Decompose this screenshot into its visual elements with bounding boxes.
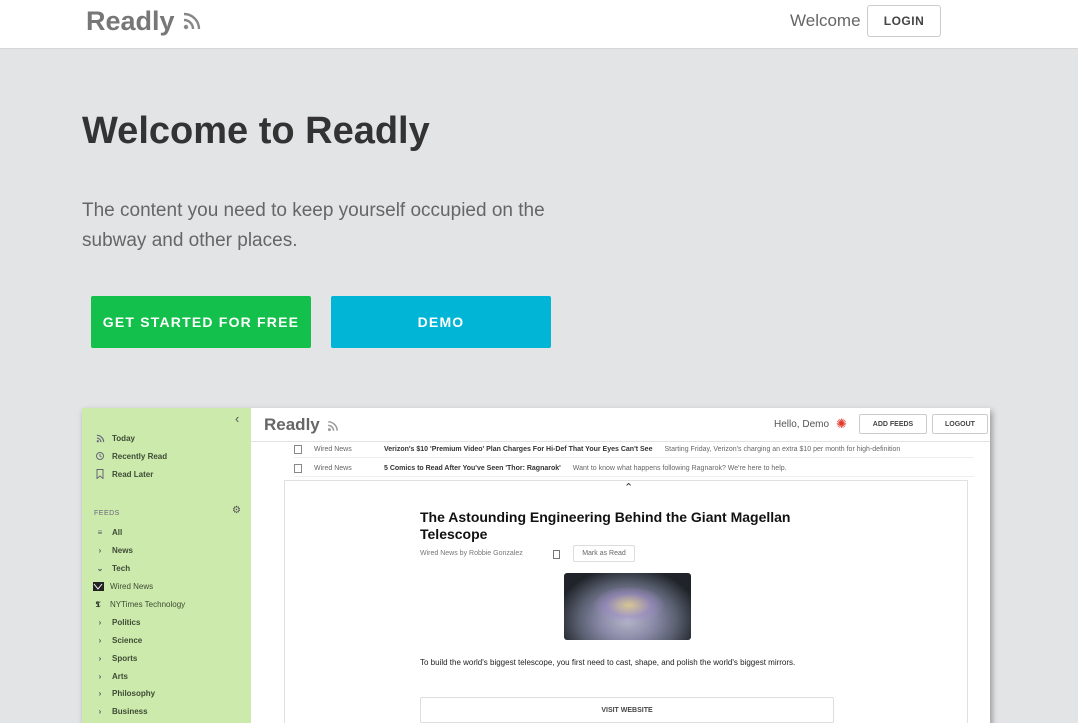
get-started-button[interactable]: GET STARTED FOR FREE — [91, 296, 311, 348]
sidebar-item-label: Read Later — [112, 469, 154, 479]
sidebar-feed-arts: › Arts — [94, 669, 128, 683]
demo-button[interactable]: DEMO — [331, 296, 551, 348]
octopus-avatar-icon: ✺ — [836, 416, 847, 431]
sidebar-feed-sports: › Sports — [94, 651, 138, 665]
sidebar-feed-news: › News — [94, 543, 133, 557]
sidebar-item-label: Today — [112, 433, 135, 443]
sidebar-feed-wired-news: Wired News — [92, 579, 153, 593]
chevron-right-icon: › — [98, 545, 102, 555]
brand-logo[interactable]: Readly — [86, 6, 175, 37]
list-icon: ≡ — [97, 527, 103, 537]
rss-icon — [327, 421, 338, 432]
top-nav: Readly Welcome LOGIN — [0, 0, 1078, 49]
visit-website-button: VISIT WEBSITE — [420, 697, 834, 723]
gear-icon: ⚙ — [232, 505, 241, 516]
sidebar-item-label: Arts — [112, 671, 129, 681]
chevron-up-icon: ⌃ — [624, 482, 634, 494]
sidebar-feed-business: › Business — [94, 704, 148, 718]
feed-row: Wired News Verizon's $10 'Premium Video'… — [294, 442, 974, 458]
logout-button: LOGOUT — [932, 414, 988, 434]
article-image — [564, 573, 691, 640]
chevron-right-icon: › — [98, 635, 102, 645]
add-feeds-button: ADD FEEDS — [859, 414, 927, 434]
feeds-label: FEEDS — [94, 510, 120, 517]
feed-row-snippet: Want to know what happens following Ragn… — [572, 465, 787, 472]
sidebar-item-label: Science — [112, 635, 143, 645]
sidebar-item-label: Philosophy — [112, 688, 156, 698]
article-card: ⌃ The Astounding Engineering Behind the … — [284, 480, 968, 723]
chevron-right-icon: › — [98, 688, 102, 698]
chevron-down-icon: ⌄ — [96, 563, 104, 573]
sidebar-feed-tech: ⌄ Tech — [94, 561, 130, 575]
article-title: The Astounding Engineering Behind the Gi… — [420, 509, 791, 542]
feed-row: Wired News 5 Comics to Read After You've… — [294, 461, 974, 477]
sidebar-feed-politics: › Politics — [94, 615, 141, 629]
rss-icon — [183, 12, 201, 30]
article-byline: Wired News by Robbie Gonzalez — [420, 550, 523, 557]
chevron-right-icon: › — [98, 617, 102, 627]
nytimes-logo-icon: 𝕿 — [95, 598, 101, 609]
sidebar-item-today: Today — [94, 431, 135, 445]
preview-hello-text: Hello, Demo — [774, 419, 830, 430]
app-preview: ‹ Today Recently Read Read Later FEEDS ⚙… — [82, 408, 990, 723]
bookmark-icon — [294, 464, 302, 473]
sidebar-item-recently-read: Recently Read — [94, 449, 167, 463]
chevron-right-icon: › — [98, 706, 102, 716]
nav-welcome-text: Welcome — [790, 11, 861, 30]
bookmark-icon — [294, 445, 302, 454]
preview-sidebar: ‹ Today Recently Read Read Later FEEDS ⚙… — [82, 408, 251, 723]
wired-logo-icon — [92, 581, 104, 591]
article-body: To build the world's biggest telescope, … — [420, 658, 796, 667]
chevron-right-icon: › — [98, 653, 102, 663]
chevron-right-icon: › — [98, 671, 102, 681]
sidebar-item-label: NYTimes Technology — [110, 599, 186, 609]
hero-title: Welcome to Readly — [82, 110, 430, 152]
preview-brand: Readly — [264, 415, 320, 434]
feed-row-source: Wired News — [314, 465, 352, 472]
feed-row-snippet: Starting Friday, Verizon's charging an e… — [664, 446, 901, 453]
sidebar-feed-philosophy: › Philosophy — [94, 686, 155, 700]
sidebar-feed-all: ≡ All — [94, 525, 123, 539]
sidebar-item-label: All — [112, 527, 123, 537]
sidebar-feed-science: › Science — [94, 633, 143, 647]
feed-row-source: Wired News — [314, 446, 352, 453]
rss-icon — [94, 433, 106, 443]
feed-row-title: Verizon's $10 'Premium Video' Plan Charg… — [384, 446, 653, 453]
sidebar-item-label: Recently Read — [112, 451, 168, 461]
sidebar-item-label: Wired News — [110, 581, 154, 591]
bookmark-icon — [553, 550, 560, 559]
feed-row-title: 5 Comics to Read After You've Seen 'Thor… — [384, 465, 561, 472]
sidebar-item-label: Sports — [112, 653, 138, 663]
sidebar-item-label: Tech — [112, 563, 131, 573]
collapse-icon: ‹ — [235, 411, 240, 426]
sidebar-item-label: Politics — [112, 617, 141, 627]
mark-as-read-button: Mark as Read — [573, 545, 635, 562]
sidebar-item-label: Business — [112, 706, 148, 716]
sidebar-feed-nytimes: 𝕿 NYTimes Technology — [92, 597, 186, 611]
sidebar-item-read-later: Read Later — [94, 467, 153, 481]
hero-subtitle: The content you need to keep yourself oc… — [82, 200, 545, 251]
bookmark-icon — [94, 469, 106, 479]
history-icon — [94, 451, 106, 461]
login-button[interactable]: LOGIN — [867, 5, 941, 37]
sidebar-item-label: News — [112, 545, 133, 555]
